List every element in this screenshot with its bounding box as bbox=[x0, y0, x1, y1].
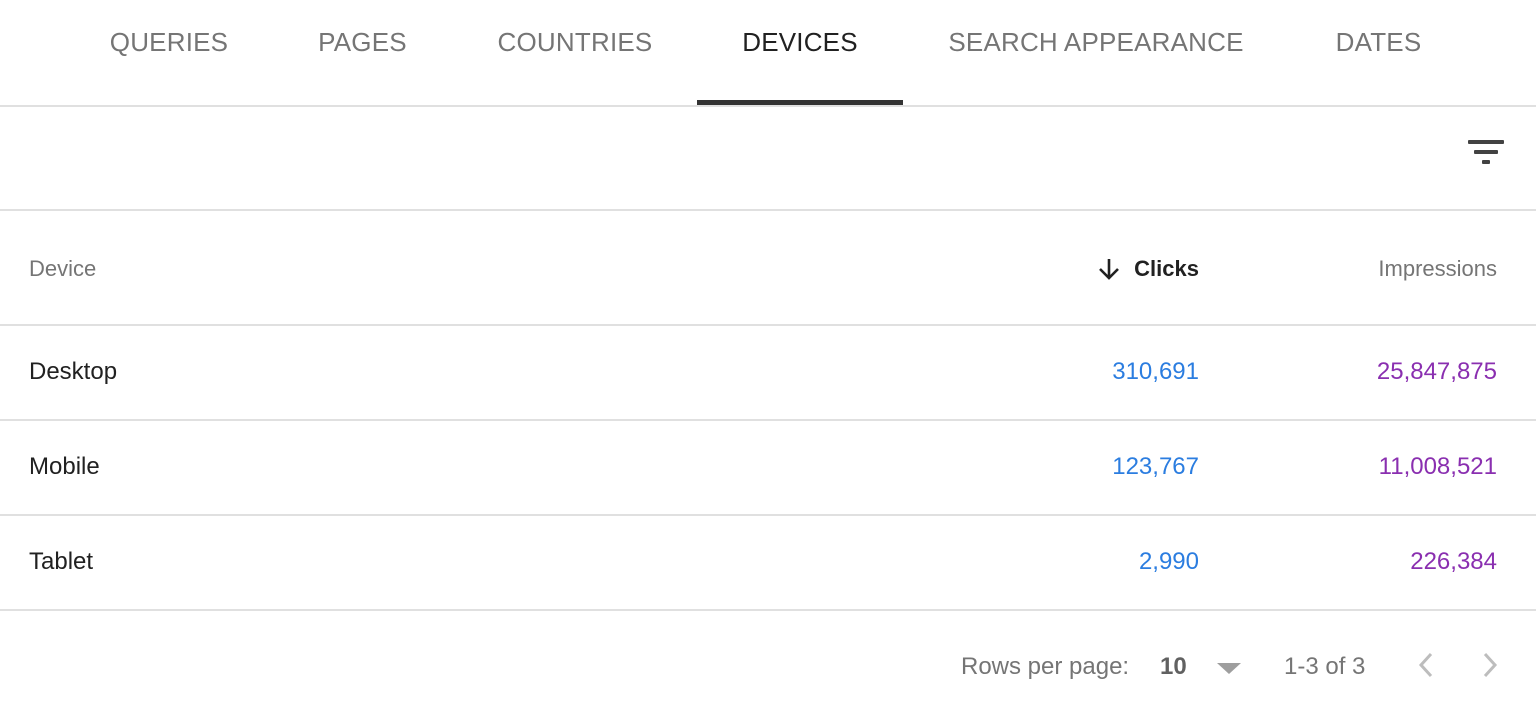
impressions-cell: 25,847,875 bbox=[1376, 358, 1497, 385]
chevron-right-icon[interactable] bbox=[1478, 650, 1502, 680]
chevron-left-icon[interactable] bbox=[1414, 650, 1438, 680]
clicks-cell: 123,767 bbox=[1112, 453, 1199, 480]
clicks-cell: 2,990 bbox=[1138, 548, 1199, 575]
column-header-impressions[interactable]: Impressions bbox=[1378, 256, 1497, 282]
table-toolbar bbox=[0, 107, 1536, 211]
tab-search-appearance[interactable]: SEARCH APPEARANCE bbox=[935, 0, 1257, 107]
pagination: Rows per page: 10 1-3 of 3 bbox=[0, 613, 1536, 714]
table-row[interactable]: Mobile 123,767 11,008,521 bbox=[0, 421, 1536, 516]
column-header-clicks[interactable]: Clicks bbox=[1098, 256, 1199, 282]
device-cell: Tablet bbox=[29, 548, 94, 575]
device-cell: Mobile bbox=[29, 453, 100, 480]
tab-pages[interactable]: PAGES bbox=[300, 0, 425, 107]
page-range: 1-3 of 3 bbox=[1284, 653, 1366, 680]
table-row[interactable]: Desktop 310,691 25,847,875 bbox=[0, 326, 1536, 421]
table-header: Device Clicks Impressions bbox=[0, 211, 1536, 326]
tab-dates[interactable]: DATES bbox=[1320, 0, 1437, 107]
report-tabs: QUERIES PAGES COUNTRIES DEVICES SEARCH A… bbox=[0, 0, 1536, 107]
tab-devices[interactable]: DEVICES bbox=[697, 0, 903, 107]
impressions-cell: 226,384 bbox=[1410, 548, 1497, 575]
clicks-cell: 310,691 bbox=[1112, 358, 1199, 385]
table-row[interactable]: Tablet 2,990 226,384 bbox=[0, 516, 1536, 611]
device-cell: Desktop bbox=[29, 358, 118, 385]
rows-per-page-label: Rows per page: bbox=[961, 653, 1130, 680]
dropdown-arrow-icon[interactable] bbox=[1217, 663, 1241, 674]
rows-per-page-select[interactable]: 10 bbox=[1160, 653, 1187, 681]
filter-button[interactable] bbox=[1460, 135, 1512, 181]
column-header-device: Device bbox=[29, 256, 97, 281]
clicks-header-label: Clicks bbox=[1134, 256, 1199, 281]
tab-countries[interactable]: COUNTRIES bbox=[485, 0, 665, 107]
tab-queries[interactable]: QUERIES bbox=[100, 0, 238, 107]
impressions-cell: 11,008,521 bbox=[1378, 453, 1497, 480]
active-tab-indicator bbox=[697, 100, 903, 105]
arrow-down-icon bbox=[1099, 259, 1120, 280]
